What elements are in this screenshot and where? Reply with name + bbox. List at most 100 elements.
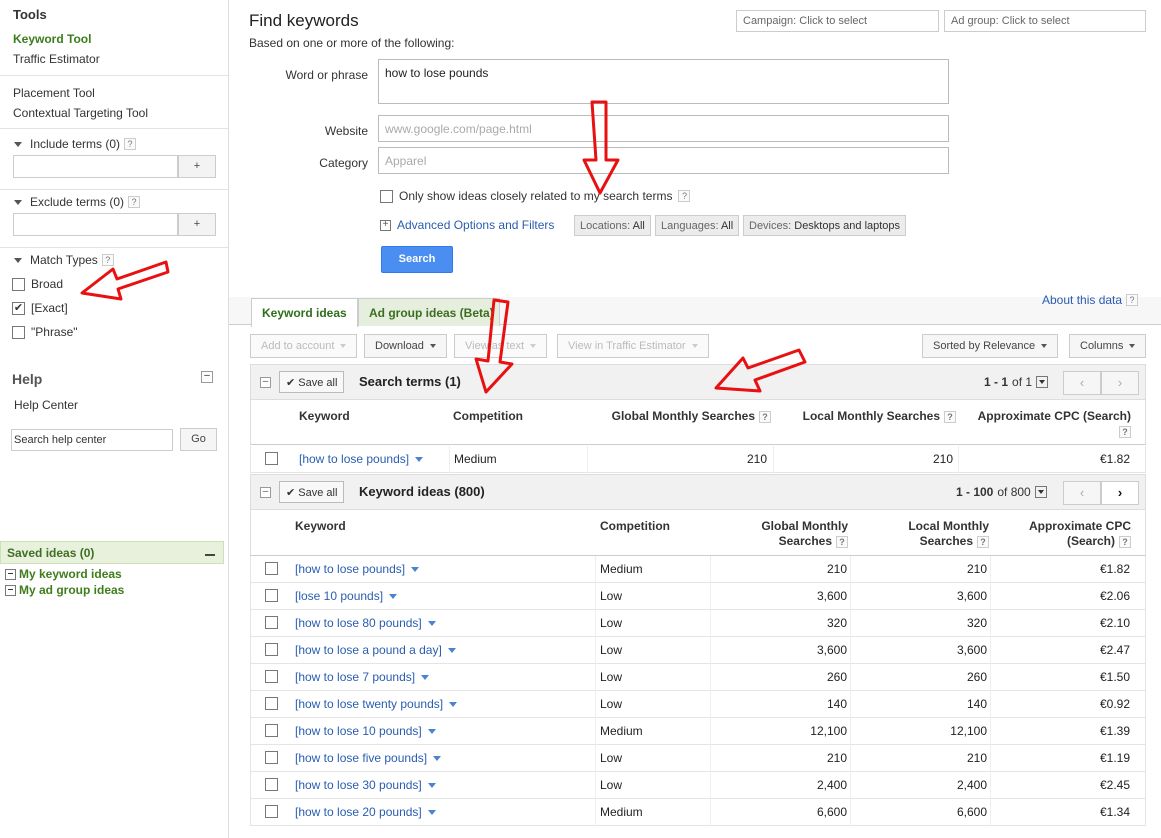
help-search-input[interactable]: Search help center [11, 429, 173, 451]
collapse-icon[interactable]: – [5, 584, 16, 596]
col-keyword[interactable]: Keyword [295, 519, 346, 533]
help-go-button[interactable]: Go [180, 428, 217, 451]
include-terms-toggle[interactable]: Include terms (0) ? [14, 137, 137, 151]
tab-ad-group-ideas[interactable]: Ad group ideas (Beta) [358, 298, 500, 326]
next-page-button[interactable]: › [1101, 371, 1139, 395]
col-cpc[interactable]: Approximate CPC (Search)? [956, 409, 1131, 439]
exclude-terms-toggle[interactable]: Exclude terms (0) ? [14, 195, 141, 209]
dropdown-arrow-icon[interactable] [389, 594, 398, 600]
keyword-link[interactable]: [how to lose twenty pounds] [295, 697, 458, 711]
website-field[interactable]: www.google.com/page.html [378, 115, 949, 142]
sort-dropdown[interactable]: Sorted by Relevance [922, 334, 1059, 358]
sidebar-item-placement-tool[interactable]: Placement Tool [13, 86, 95, 100]
only-show-option[interactable]: Only show ideas closely related to my se… [380, 189, 691, 203]
prev-page-button[interactable]: ‹ [1063, 371, 1101, 395]
campaign-select[interactable]: Campaign: Click to select [736, 10, 939, 32]
col-global-searches[interactable]: Global Monthly Searches? [581, 409, 771, 423]
row-checkbox[interactable] [265, 697, 278, 710]
expand-plus-icon[interactable]: + [380, 219, 391, 231]
save-all-button[interactable]: ✔ Save all [279, 371, 345, 393]
row-checkbox[interactable] [265, 724, 278, 737]
row-checkbox[interactable] [265, 643, 278, 656]
match-types-toggle[interactable]: Match Types ? [14, 253, 114, 267]
col-local-searches[interactable]: Local Monthly Searches? [771, 409, 956, 423]
dropdown-arrow-icon[interactable] [411, 567, 420, 573]
devices-filter[interactable]: Devices: Desktops and laptops [743, 215, 907, 236]
keyword-link[interactable]: [how to lose pounds] [299, 452, 424, 466]
dropdown-arrow-icon[interactable] [447, 648, 456, 654]
match-type-phrase[interactable]: "Phrase" [12, 325, 78, 339]
view-as-text-button[interactable]: View as text [454, 334, 548, 358]
saved-ideas-header[interactable]: Saved ideas (0) [0, 541, 224, 564]
exact-checkbox[interactable]: ✔ [12, 301, 25, 315]
sidebar-item-contextual-tool[interactable]: Contextual Targeting Tool [13, 106, 148, 120]
exclude-terms-add-button[interactable]: + [178, 213, 216, 236]
keyword-link[interactable]: [how to lose five pounds] [295, 751, 442, 765]
help-icon[interactable]: ? [124, 138, 137, 150]
view-traffic-estimator-button[interactable]: View in Traffic Estimator [557, 334, 709, 358]
dropdown-arrow-icon[interactable] [427, 783, 436, 789]
about-this-data-link[interactable]: About this data ? [1042, 293, 1139, 307]
col-global-searches[interactable]: Global Monthly Searches? [711, 519, 848, 549]
collapse-icon[interactable]: – [5, 568, 16, 580]
match-type-broad[interactable]: Broad [12, 277, 63, 291]
next-page-button[interactable]: › [1101, 481, 1139, 505]
row-checkbox[interactable] [265, 452, 278, 465]
my-keyword-ideas-link[interactable]: – My keyword ideas [5, 567, 122, 581]
keyword-link[interactable]: [how to lose 20 pounds] [295, 805, 436, 819]
phrase-checkbox[interactable] [12, 325, 25, 339]
advanced-options-toggle[interactable]: + Advanced Options and Filters [380, 218, 554, 232]
collapse-icon[interactable]: – [260, 487, 271, 498]
include-terms-add-button[interactable]: + [178, 155, 216, 178]
languages-filter[interactable]: Languages: All [655, 215, 740, 236]
col-competition[interactable]: Competition [453, 409, 523, 423]
keyword-link[interactable]: [how to lose a pound a day] [295, 643, 456, 657]
add-to-account-button[interactable]: Add to account [250, 334, 358, 358]
keyword-link[interactable]: [how to lose 10 pounds] [295, 724, 436, 738]
help-collapse-button[interactable]: – [201, 371, 213, 383]
category-field[interactable]: Apparel [378, 147, 949, 174]
help-icon[interactable]: ? [1126, 294, 1139, 306]
row-checkbox[interactable] [265, 751, 278, 764]
minimize-icon[interactable] [205, 554, 215, 556]
keyword-link[interactable]: [how to lose pounds] [295, 562, 420, 576]
sidebar-item-traffic-estimator[interactable]: Traffic Estimator [13, 52, 100, 66]
help-center-link[interactable]: Help Center [14, 398, 78, 412]
page-size-dropdown-icon[interactable] [1034, 486, 1047, 498]
broad-checkbox[interactable] [12, 277, 25, 291]
help-icon[interactable]: ? [128, 196, 141, 208]
only-show-checkbox[interactable] [380, 189, 393, 203]
col-cpc[interactable]: Approximate CPC (Search)? [991, 519, 1131, 549]
save-all-button[interactable]: ✔ Save all [279, 481, 345, 503]
download-button[interactable]: Download [364, 334, 447, 358]
row-checkbox[interactable] [265, 778, 278, 791]
row-checkbox[interactable] [265, 589, 278, 602]
columns-dropdown[interactable]: Columns [1069, 334, 1147, 358]
dropdown-arrow-icon[interactable] [421, 675, 430, 681]
sidebar-item-keyword-tool[interactable]: Keyword Tool [13, 32, 91, 46]
row-checkbox[interactable] [265, 562, 278, 575]
word-or-phrase-field[interactable]: how to lose pounds [378, 59, 949, 104]
tab-keyword-ideas[interactable]: Keyword ideas [251, 298, 358, 327]
row-checkbox[interactable] [265, 670, 278, 683]
row-checkbox[interactable] [265, 616, 278, 629]
dropdown-arrow-icon[interactable] [433, 756, 442, 762]
dropdown-arrow-icon[interactable] [427, 729, 436, 735]
collapse-icon[interactable]: – [260, 377, 271, 388]
col-local-searches[interactable]: Local Monthly Searches? [851, 519, 989, 549]
prev-page-button[interactable]: ‹ [1063, 481, 1101, 505]
adgroup-select[interactable]: Ad group: Click to select [944, 10, 1146, 32]
search-button[interactable]: Search [381, 246, 453, 273]
match-type-exact[interactable]: ✔ [Exact] [12, 301, 68, 315]
include-terms-input[interactable] [13, 155, 178, 178]
locations-filter[interactable]: Locations: All [574, 215, 651, 236]
dropdown-arrow-icon[interactable] [427, 621, 436, 627]
page-size-dropdown-icon[interactable] [1036, 376, 1049, 388]
dropdown-arrow-icon[interactable] [449, 702, 458, 708]
col-keyword[interactable]: Keyword [299, 409, 350, 423]
keyword-link[interactable]: [how to lose 30 pounds] [295, 778, 436, 792]
keyword-link[interactable]: [lose 10 pounds] [295, 589, 398, 603]
my-ad-group-ideas-link[interactable]: – My ad group ideas [5, 583, 124, 597]
dropdown-arrow-icon[interactable] [427, 810, 436, 816]
col-competition[interactable]: Competition [600, 519, 670, 533]
